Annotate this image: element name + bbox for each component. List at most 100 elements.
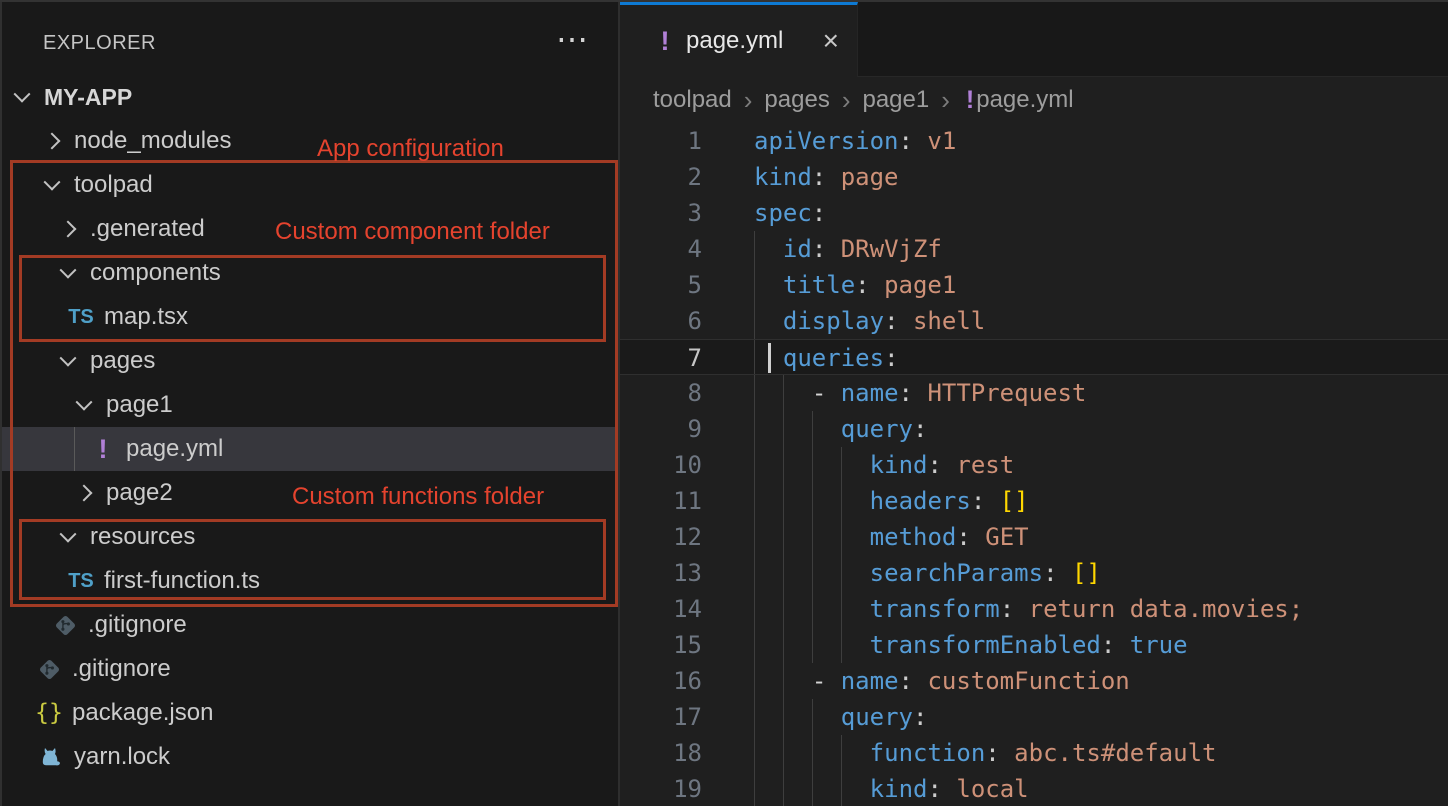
tree-item-label: components bbox=[90, 259, 221, 287]
tree-item-label: package.json bbox=[72, 699, 213, 727]
ellipsis-icon[interactable]: ⋯ bbox=[556, 20, 588, 58]
code-text: display: shell bbox=[783, 303, 985, 339]
code-line-14[interactable]: 14transform: return data.movies; bbox=[620, 591, 1448, 627]
tree-item-node-modules[interactable]: node_modules bbox=[2, 119, 618, 163]
code-line-1[interactable]: 1apiVersion: v1 bbox=[620, 123, 1448, 159]
typescript-icon: TS bbox=[66, 306, 96, 329]
code-line-8[interactable]: 8- name: HTTPrequest bbox=[620, 375, 1448, 411]
code-line-4[interactable]: 4id: DRwVjZf bbox=[620, 231, 1448, 267]
chevron-down-icon[interactable] bbox=[76, 394, 93, 411]
code-text: transform: return data.movies; bbox=[870, 591, 1304, 627]
indent-guide bbox=[841, 483, 842, 519]
indent-guide bbox=[754, 483, 755, 519]
code-line-18[interactable]: 18function: abc.ts#default bbox=[620, 735, 1448, 771]
chevron-right-icon[interactable] bbox=[76, 485, 93, 502]
code-line-7[interactable]: 7queries: bbox=[620, 339, 1448, 375]
code-text: transformEnabled: true bbox=[870, 627, 1188, 663]
breadcrumb-item-file[interactable]: page.yml bbox=[976, 86, 1073, 114]
code-line-2[interactable]: 2kind: page bbox=[620, 159, 1448, 195]
tree-item-label: node_modules bbox=[74, 127, 231, 155]
chevron-down-icon[interactable] bbox=[44, 174, 61, 191]
tree-item--generated[interactable]: .generated bbox=[2, 207, 618, 251]
chevron-right-icon[interactable] bbox=[60, 221, 77, 238]
code-line-6[interactable]: 6 display: shell bbox=[620, 303, 1448, 339]
indent-guide bbox=[754, 231, 755, 267]
chevron-down-icon[interactable] bbox=[14, 86, 31, 103]
breadcrumb-item-pages[interactable]: pages bbox=[764, 86, 829, 114]
code-line-16[interactable]: 16- name: customFunction bbox=[620, 663, 1448, 699]
code-text: title: page1 bbox=[783, 267, 956, 303]
indent-guide bbox=[812, 519, 813, 555]
tree-item-label: MY-APP bbox=[44, 84, 132, 111]
indent-guide bbox=[754, 627, 755, 663]
line-number: 6 bbox=[620, 303, 702, 339]
indent-guide bbox=[783, 483, 784, 519]
code-line-11[interactable]: 11headers: [] bbox=[620, 483, 1448, 519]
tree-item-root[interactable]: MY-APP bbox=[2, 75, 618, 119]
code-line-10[interactable]: 10kind: rest bbox=[620, 447, 1448, 483]
breadcrumb-separator-icon: › bbox=[941, 85, 950, 116]
indent-guide bbox=[812, 447, 813, 483]
indent-guide bbox=[754, 375, 755, 411]
tree-item-page-yml[interactable]: !page.yml bbox=[2, 427, 618, 471]
chevron-right-icon[interactable] bbox=[44, 133, 61, 150]
code-text: function: abc.ts#default bbox=[870, 735, 1217, 771]
code-text: - name: HTTPrequest bbox=[812, 375, 1087, 411]
tree-item-resources[interactable]: resources bbox=[2, 515, 618, 559]
code-line-15[interactable]: 15 transformEnabled: true bbox=[620, 627, 1448, 663]
code-line-13[interactable]: 13searchParams: [] bbox=[620, 555, 1448, 591]
line-number: 12 bbox=[620, 519, 702, 555]
line-number: 7 bbox=[620, 340, 702, 376]
line-number: 5 bbox=[620, 267, 702, 303]
tree-item--gitignore[interactable]: .gitignore bbox=[2, 603, 618, 647]
tree-item-label: yarn.lock bbox=[74, 743, 170, 771]
git-icon bbox=[50, 612, 80, 639]
tree-item--gitignore[interactable]: .gitignore bbox=[2, 647, 618, 691]
tree-item-label: .generated bbox=[90, 215, 205, 243]
code-line-12[interactable]: 12method: GET bbox=[620, 519, 1448, 555]
chevron-down-icon[interactable] bbox=[60, 350, 77, 367]
indent-guide bbox=[754, 735, 755, 771]
line-number: 15 bbox=[620, 627, 702, 663]
indent-guide bbox=[783, 519, 784, 555]
typescript-icon: TS bbox=[66, 570, 96, 593]
code-text: spec: bbox=[754, 195, 826, 231]
code-line-17[interactable]: 17query: bbox=[620, 699, 1448, 735]
close-icon[interactable]: × bbox=[823, 25, 839, 57]
line-number: 3 bbox=[620, 195, 702, 231]
tab-label: page.yml bbox=[686, 27, 813, 55]
tree-item-page1[interactable]: page1 bbox=[2, 383, 618, 427]
tree-item-map-tsx[interactable]: TSmap.tsx bbox=[2, 295, 618, 339]
code-text: kind: page bbox=[754, 159, 899, 195]
indent-guide bbox=[783, 699, 784, 735]
tree-item-label: .gitignore bbox=[72, 655, 171, 683]
line-number: 10 bbox=[620, 447, 702, 483]
tree-item-toolpad[interactable]: toolpad bbox=[2, 163, 618, 207]
code-line-5[interactable]: 5 title: page1 bbox=[620, 267, 1448, 303]
breadcrumb-item-page1[interactable]: page1 bbox=[862, 86, 929, 114]
indent-guide bbox=[754, 591, 755, 627]
tree-item-package-json[interactable]: {} package.json bbox=[2, 691, 618, 735]
git-icon bbox=[34, 656, 64, 683]
indent-guide bbox=[841, 447, 842, 483]
chevron-down-icon[interactable] bbox=[60, 526, 77, 543]
code-line-9[interactable]: 9query: bbox=[620, 411, 1448, 447]
tree-item-pages[interactable]: pages bbox=[2, 339, 618, 383]
line-number: 17 bbox=[620, 699, 702, 735]
breadcrumb-item-toolpad[interactable]: toolpad bbox=[653, 86, 732, 114]
tree-item-first-function-ts[interactable]: TSfirst-function.ts bbox=[2, 559, 618, 603]
tab-page-yml[interactable]: ! page.yml × bbox=[620, 2, 858, 77]
indent-guide bbox=[783, 627, 784, 663]
tree-item-page2[interactable]: page2 bbox=[2, 471, 618, 515]
code-line-19[interactable]: 19kind: local bbox=[620, 771, 1448, 806]
text-cursor bbox=[768, 343, 771, 373]
code-line-3[interactable]: 3 spec: bbox=[620, 195, 1448, 231]
chevron-down-icon[interactable] bbox=[60, 262, 77, 279]
json-braces-icon: {} bbox=[34, 700, 64, 726]
tree-item-components[interactable]: components bbox=[2, 251, 618, 295]
tree-item-yarn-lock[interactable]: yarn.lock bbox=[2, 735, 618, 779]
tree-item-label: page2 bbox=[106, 479, 173, 507]
code-area[interactable]: 1apiVersion: v12kind: page3 spec:4id: DRw… bbox=[620, 123, 1448, 806]
indent-guide bbox=[841, 591, 842, 627]
indent-guide bbox=[754, 699, 755, 735]
